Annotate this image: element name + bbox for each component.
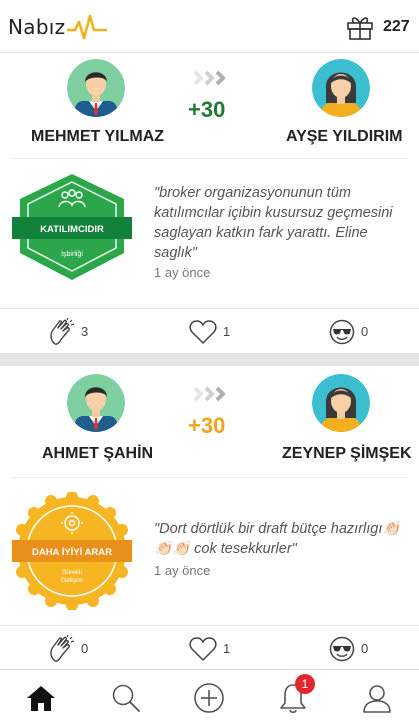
- like-reaction[interactable]: 1: [189, 309, 230, 354]
- bottom-tab-bar: 1: [0, 669, 419, 723]
- male-avatar[interactable]: [67, 374, 125, 432]
- heart-icon: [189, 319, 217, 344]
- cool-count: 0: [361, 324, 369, 339]
- comment-text: "Dort dörtlük bir draft bütçe hazırlıgı👏…: [154, 521, 401, 557]
- receiver-name: ZEYNEP ŞİMŞEK: [282, 445, 412, 462]
- female-avatar[interactable]: [312, 374, 370, 432]
- divider: [11, 158, 408, 159]
- tab-search[interactable]: [108, 680, 144, 716]
- score-value: +30: [188, 97, 226, 122]
- badge-title: DAHA İYİYİ ARAR: [32, 547, 112, 558]
- feed-separator: [0, 353, 419, 366]
- clap-reaction[interactable]: 0: [47, 626, 88, 671]
- badge-icon[interactable]: DAHA İYİYİ ARAR Sürekli Gelişim: [10, 492, 134, 610]
- tab-notifications[interactable]: 1: [275, 674, 315, 716]
- tab-add[interactable]: [191, 680, 227, 716]
- male-avatar[interactable]: [67, 59, 125, 117]
- badge-icon[interactable]: KATILIMCIDIR İşbirliği: [12, 171, 132, 283]
- sunglasses-face-icon: [329, 319, 355, 344]
- gift-icon[interactable]: [346, 14, 374, 40]
- giver-name: MEHMET YILMAZ: [31, 128, 165, 145]
- sunglasses-face-icon: [329, 636, 355, 661]
- notification-badge: 1: [295, 674, 315, 694]
- feed-card: MEHMET YILMAZ +30 AYŞE YILDIRIM KATILIMC…: [0, 53, 419, 353]
- badge-title: KATILIMCIDIR: [40, 224, 104, 235]
- top-bar: Nabız 227: [0, 0, 419, 53]
- like-count: 1: [223, 324, 231, 339]
- clap-icon: [50, 317, 75, 345]
- timestamp: 1 ay önce: [154, 563, 211, 578]
- cool-count: 0: [361, 641, 369, 656]
- add-icon: [194, 683, 224, 713]
- reaction-bar: 3 1 0: [0, 308, 419, 353]
- pulse-icon: [67, 14, 108, 40]
- search-icon: [112, 684, 140, 712]
- app-logo: Nabız: [8, 14, 108, 40]
- giver-name: AHMET ŞAHİN: [42, 445, 154, 462]
- badge-subtitle: İşbirliği: [61, 249, 83, 258]
- profile-icon: [363, 685, 391, 713]
- app-name: Nabız: [8, 15, 66, 39]
- clap-count: 3: [81, 324, 89, 339]
- badge-subtitle-line2: Gelişim: [61, 577, 83, 584]
- like-reaction[interactable]: 1: [189, 626, 230, 671]
- comment-text: "broker organizasyonunun tüm katılımcıla…: [154, 185, 393, 261]
- home-icon: [27, 686, 55, 711]
- score-value: +30: [188, 413, 226, 438]
- divider: [11, 477, 408, 478]
- feed-card: AHMET ŞAHİN +30 ZEYNEP ŞİMŞEK DAHA İYİYİ…: [0, 366, 419, 669]
- cool-reaction[interactable]: 0: [329, 309, 368, 354]
- chevrons-icon: [193, 70, 226, 86]
- points-count: 227: [383, 18, 410, 35]
- tab-home[interactable]: [23, 680, 59, 716]
- heart-icon: [189, 636, 217, 661]
- timestamp: 1 ay önce: [154, 265, 211, 280]
- clap-reaction[interactable]: 3: [47, 309, 88, 354]
- reaction-bar: 0 1 0: [0, 625, 419, 670]
- receiver-name: AYŞE YILDIRIM: [286, 128, 403, 145]
- clap-count: 0: [81, 641, 89, 656]
- tab-profile[interactable]: [359, 680, 395, 716]
- like-count: 1: [223, 641, 231, 656]
- female-avatar[interactable]: [312, 59, 370, 117]
- clap-icon: [50, 634, 75, 662]
- badge-subtitle-line1: Sürekli: [62, 569, 82, 576]
- cool-reaction[interactable]: 0: [329, 626, 368, 671]
- chevrons-icon: [193, 386, 226, 402]
